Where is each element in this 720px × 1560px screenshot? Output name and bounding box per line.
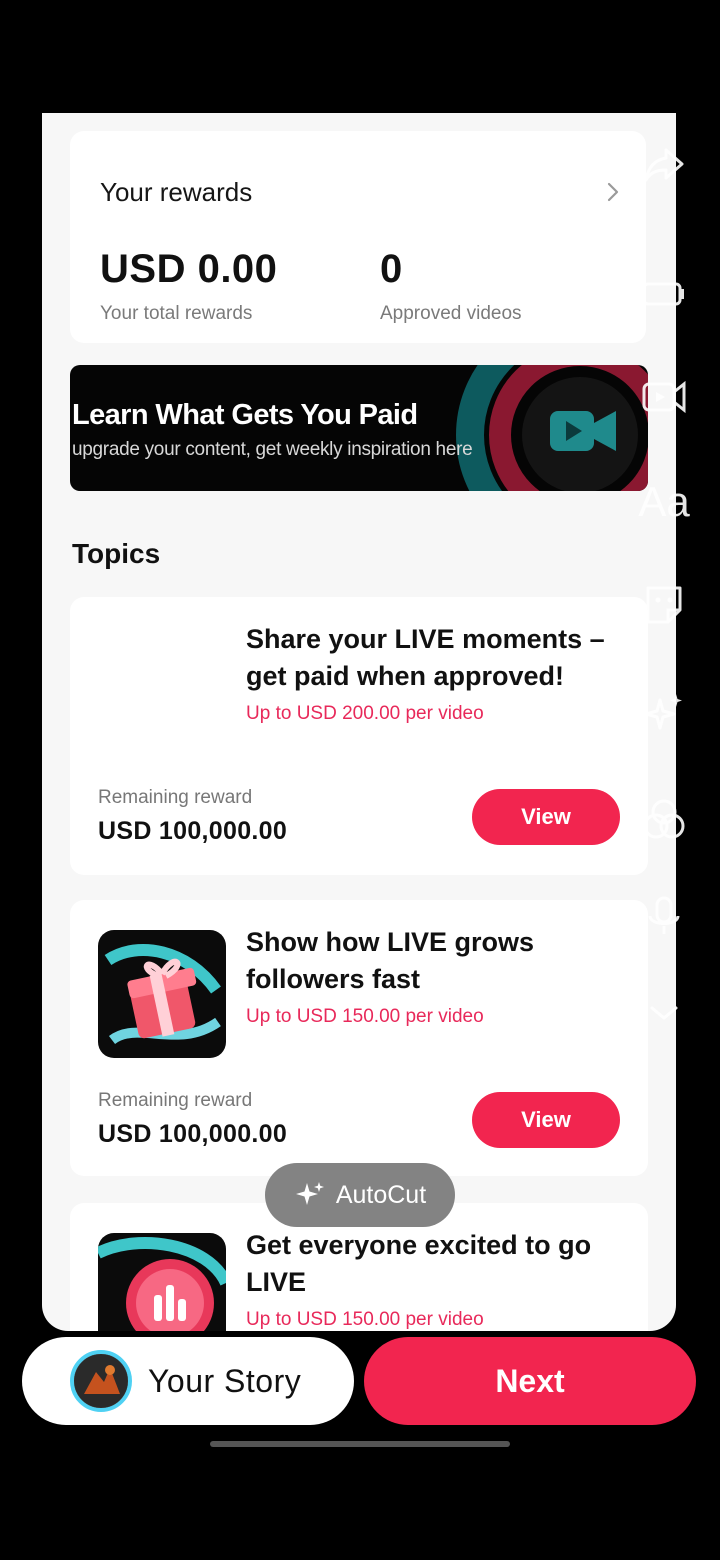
autocut-button[interactable]: AutoCut [265,1163,455,1227]
topic-card[interactable]: Share your LIVE moments – get paid when … [70,597,648,875]
home-indicator [210,1441,510,1447]
banner-art [456,365,648,491]
approved-videos-count: 0 [380,247,403,291]
topic-title: Get everyone excited to go LIVE [246,1230,592,1297]
your-story-label: Your Story [148,1362,302,1399]
live-thumbnail [98,1233,226,1331]
chevron-right-icon [607,182,619,202]
total-rewards-label: Your total rewards [100,303,253,324]
total-rewards-amount: USD 0.00 [100,247,278,291]
filters-icon[interactable] [636,792,692,848]
topic-reward: Up to USD 200.00 per video [246,703,484,724]
remaining-reward-label: Remaining reward [98,787,253,808]
your-story-button[interactable]: Your Story [22,1337,354,1425]
view-button[interactable]: View [472,1092,620,1148]
topic-card[interactable]: Show how LIVE grows followers fast Up to… [70,900,648,1176]
text-icon[interactable]: Aa [636,474,692,530]
mic-icon[interactable] [636,888,692,944]
screenshot-panel: Your rewards USD 0.00 Your total rewards… [42,113,676,1331]
next-button[interactable]: Next [364,1337,696,1425]
video-icon[interactable] [636,368,692,424]
banner-title: Learn What Gets You Paid [72,399,418,431]
topic-reward: Up to USD 150.00 per video [246,1309,484,1330]
remaining-reward-amount: USD 100,000.00 [98,817,288,845]
banner-subtitle: upgrade your content, get weekly inspira… [72,439,473,460]
avatar-image [74,1354,128,1408]
topic-title: Share your LIVE moments – get paid when … [246,624,605,691]
rewards-title: Your rewards [100,177,253,207]
topic-reward: Up to USD 150.00 per video [246,1006,484,1027]
topics-heading: Topics [72,538,161,569]
battery-icon[interactable] [636,266,692,322]
view-button[interactable]: View [472,789,620,845]
learn-banner[interactable]: Learn What Gets You Paid upgrade your co… [70,365,648,491]
live-chart-icon [98,1233,226,1331]
sticker-icon[interactable] [636,578,692,634]
effects-icon[interactable] [636,686,692,742]
topic-title: Show how LIVE grows followers fast [246,927,535,994]
sparkle-icon [295,1182,324,1205]
chevron-down-icon[interactable] [636,984,692,1040]
remaining-reward-amount: USD 100,000.00 [98,1120,288,1148]
approved-videos-label: Approved videos [380,303,522,324]
remaining-reward-label: Remaining reward [98,1090,253,1111]
share-arrow-icon[interactable] [636,136,692,192]
autocut-label: AutoCut [335,1180,427,1209]
gift-icon [98,930,226,1058]
rewards-card[interactable]: Your rewards USD 0.00 Your total rewards… [70,131,646,343]
gift-thumbnail [98,930,226,1058]
avatar [70,1350,132,1412]
